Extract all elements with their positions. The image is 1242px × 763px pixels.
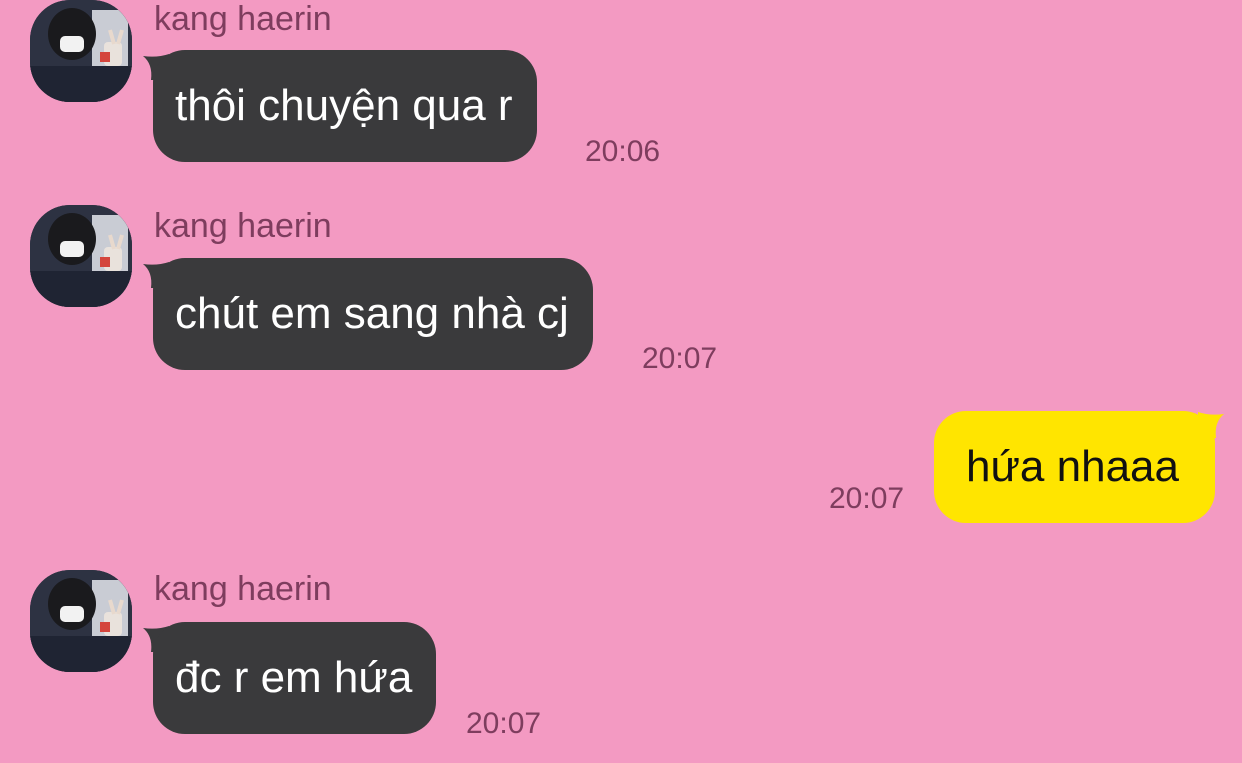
message-incoming: kang haerin chút em sang nhà cj 20:07 — [0, 205, 1242, 395]
message-bubble[interactable]: đc r em hứa — [153, 622, 437, 734]
avatar[interactable] — [30, 205, 132, 307]
message-bubble[interactable]: hứa nhaaa — [934, 411, 1215, 523]
sender-name: kang haerin — [154, 570, 332, 608]
timestamp: 20:07 — [642, 342, 718, 375]
message-incoming: kang haerin đc r em hứa 20:07 — [0, 570, 1242, 763]
message-bubble[interactable]: chút em sang nhà cj — [153, 258, 593, 370]
sender-name: kang haerin — [154, 207, 332, 245]
bubble-tail — [1198, 412, 1224, 438]
timestamp: 20:07 — [466, 707, 542, 740]
avatar[interactable] — [30, 0, 132, 102]
avatar[interactable] — [30, 570, 132, 672]
timestamp: 20:07 — [829, 482, 905, 515]
message-incoming: kang haerin thôi chuyện qua r 20:06 — [0, 0, 1242, 190]
message-outgoing: 20:07 hứa nhaaa — [0, 410, 1242, 530]
chat-view[interactable]: kang haerin thôi chuyện qua r 20:06 kang… — [0, 0, 1242, 763]
sender-name: kang haerin — [154, 0, 332, 38]
message-bubble[interactable]: thôi chuyện qua r — [153, 50, 537, 162]
timestamp: 20:06 — [585, 135, 661, 168]
